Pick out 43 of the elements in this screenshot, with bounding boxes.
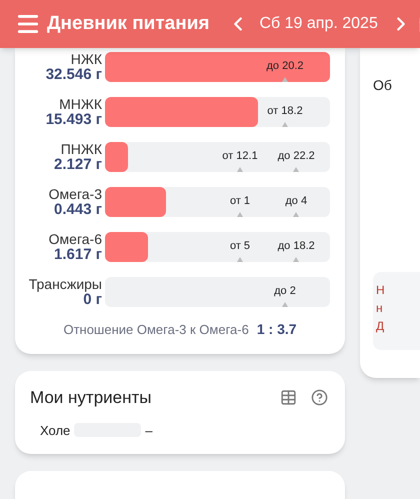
tick-icon [293,257,300,262]
notice-text: Д [376,318,386,334]
tick-icon [237,167,243,172]
nutrient-amount: 2.127 г [54,157,102,173]
tick-icon [282,302,288,307]
tick-icon [282,122,288,127]
limit-label: от 5 [230,239,250,254]
limit-label: от 12.1 [222,149,258,164]
nutrient-amount: 15.493 г [46,112,102,128]
nutrient-name: Трансжиры [28,276,102,292]
notice-text: Н [376,282,386,298]
tick-icon [282,77,288,82]
nutrient-name: ПНЖК [60,141,102,157]
tick-icon [237,257,243,262]
ratio-value: 1 : 3.7 [256,320,297,339]
side-card-title: Об [373,76,393,95]
limit-label: до 18.2 [278,239,315,254]
limit-label: до 4 [285,194,308,209]
tick-icon [293,167,300,172]
limit-label: от 1 [230,194,250,209]
limit-label: до 20.2 [266,59,304,74]
nutrient-name: Омега-6 [48,231,102,247]
nutrient-value: – [145,422,153,440]
nutrient-name: Холе [40,422,70,440]
nutrient-name: МНЖК [59,96,102,112]
nutrient-amount: 0 г [83,292,102,308]
limit-label: до 22.2 [278,149,315,164]
app-title: Дневник питания [47,12,210,36]
nutrient-name: НЖК [70,51,102,67]
nutrient-amount: 1.617 г [54,247,102,263]
help-icon[interactable] [311,389,328,406]
ratio-label: Отношение Омега-3 к Омега-6 [63,320,249,339]
nutrient-amount: 32.546 г [46,67,102,83]
limit-label: до 2 [274,284,296,299]
date-label[interactable]: Сб 19 апр. 2025 [259,12,378,36]
notice-text: н [376,300,384,316]
tick-icon [293,212,300,217]
card-title: Мои нутриенты [30,387,152,409]
nutrient-name: Омега-3 [48,186,102,202]
nutrient-amount: 0.443 г [54,202,102,218]
table-icon[interactable] [280,389,297,406]
limit-label: от 18.2 [267,104,303,119]
tick-icon [237,212,243,217]
